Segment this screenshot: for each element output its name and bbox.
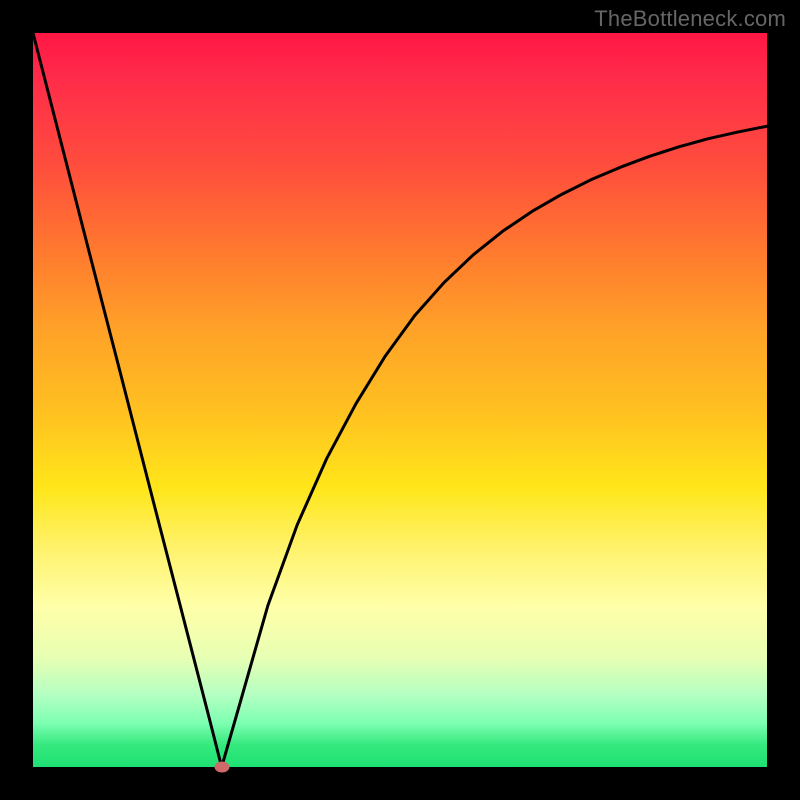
bottleneck-curve bbox=[33, 33, 767, 767]
watermark-text: TheBottleneck.com bbox=[594, 6, 786, 32]
minimum-marker bbox=[214, 762, 229, 773]
curve-svg bbox=[33, 33, 767, 767]
chart-frame: TheBottleneck.com bbox=[0, 0, 800, 800]
